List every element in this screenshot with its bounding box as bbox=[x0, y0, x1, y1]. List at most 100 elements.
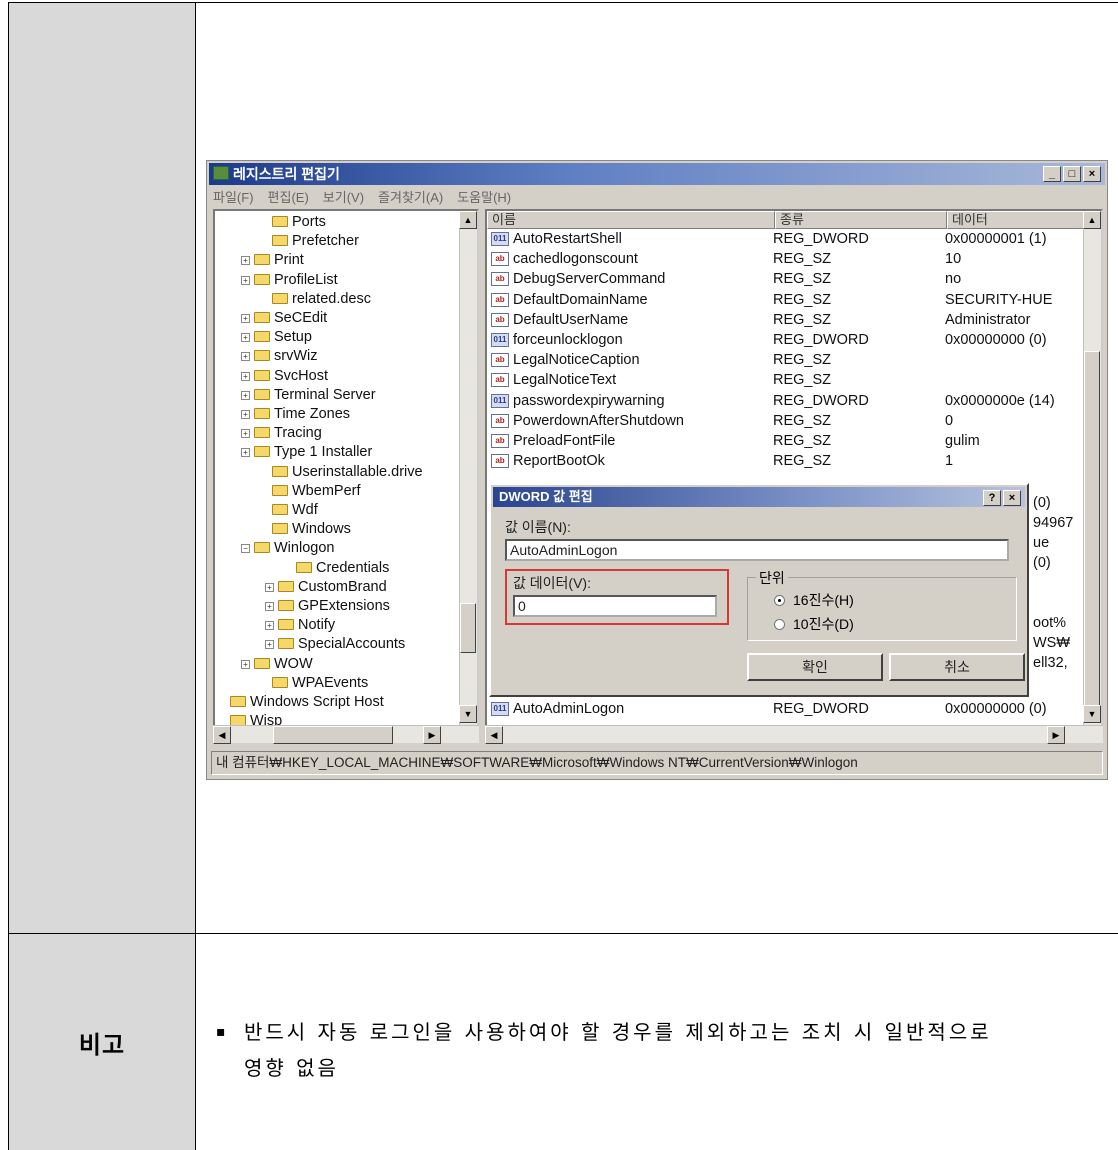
tree-vertical-scrollbar[interactable]: ▲ ▼ bbox=[459, 211, 477, 741]
tree-scroll-thumb[interactable] bbox=[460, 603, 476, 653]
scroll-right-icon[interactable]: ▶ bbox=[423, 726, 441, 744]
value-type: REG_SZ bbox=[773, 352, 832, 369]
tree-item[interactable]: + Setup bbox=[241, 328, 312, 347]
tree-item[interactable]: Credentials bbox=[283, 559, 389, 578]
maximize-button[interactable]: □ bbox=[1063, 166, 1081, 182]
tree-item[interactable]: + Type 1 Installer bbox=[241, 443, 372, 462]
tree-item[interactable]: + WOW bbox=[241, 655, 313, 674]
expand-toggle-icon[interactable]: + bbox=[241, 429, 250, 439]
scroll-up-icon[interactable]: ▲ bbox=[459, 211, 477, 229]
value-name-field: AutoAdminLogon bbox=[505, 539, 1009, 561]
expand-toggle-icon[interactable]: + bbox=[265, 621, 274, 631]
tree-item[interactable]: Ports bbox=[259, 213, 326, 232]
ok-button[interactable]: 확인 bbox=[747, 653, 883, 681]
column-header-type[interactable]: 종류 bbox=[775, 211, 947, 229]
tree-item[interactable]: + srvWiz bbox=[241, 347, 318, 366]
expand-toggle-icon[interactable]: + bbox=[241, 256, 250, 266]
minimize-button[interactable]: _ bbox=[1043, 166, 1061, 182]
value-row[interactable]: ab PreloadFontFile REG_SZ gulim bbox=[489, 431, 1095, 451]
expand-toggle-icon[interactable]: + bbox=[265, 640, 274, 650]
value-row[interactable]: ab LegalNoticeCaption REG_SZ bbox=[489, 350, 1095, 370]
radio-unselected-icon[interactable] bbox=[774, 619, 785, 630]
list-scroll-up-icon[interactable]: ▲ bbox=[1083, 211, 1101, 229]
tree-item[interactable]: + Notify bbox=[265, 616, 335, 635]
tree-item[interactable]: + Time Zones bbox=[241, 405, 350, 424]
menu-file[interactable]: 파일(F) bbox=[213, 187, 254, 207]
expand-toggle-icon[interactable]: + bbox=[241, 371, 250, 381]
tree-item[interactable]: + Print bbox=[241, 251, 304, 270]
expand-toggle-icon[interactable]: + bbox=[241, 352, 250, 362]
value-row[interactable]: 011 passwordexpirywarning REG_DWORD 0x00000… bbox=[489, 391, 1095, 411]
expand-toggle-icon[interactable]: + bbox=[265, 602, 274, 611]
tree-item[interactable]: − Winlogon bbox=[241, 539, 334, 558]
tree-item[interactable]: + ProfileList bbox=[241, 271, 338, 290]
expand-toggle-icon[interactable]: + bbox=[241, 410, 250, 419]
tree-horizontal-scrollbar[interactable]: ◀ ▶ bbox=[213, 725, 479, 744]
tree-hscroll-thumb[interactable] bbox=[273, 726, 393, 744]
tree-item-label: WbemPerf bbox=[292, 482, 361, 499]
tree-item[interactable]: Wdf bbox=[259, 501, 318, 520]
expand-toggle-icon[interactable]: + bbox=[241, 314, 250, 323]
expand-toggle-icon[interactable]: + bbox=[241, 448, 250, 458]
dialog-close-button[interactable]: × bbox=[1003, 490, 1021, 506]
scroll-down-icon[interactable]: ▼ bbox=[459, 705, 477, 723]
registry-editor-titlebar[interactable]: 레지스트리 편집기 _ □ × bbox=[209, 163, 1105, 185]
menu-view[interactable]: 보기(V) bbox=[323, 187, 364, 207]
expand-toggle-icon[interactable]: − bbox=[241, 544, 250, 554]
value-row[interactable]: ab DefaultUserName REG_SZ Administrator bbox=[489, 310, 1095, 330]
scroll-left-icon[interactable]: ◀ bbox=[213, 726, 231, 744]
column-header-name[interactable]: 이름 bbox=[487, 211, 775, 229]
list-header: 이름 종류 데이터 bbox=[487, 211, 1087, 229]
tree-item[interactable]: Userinstallable.drive bbox=[259, 463, 423, 482]
cancel-button[interactable]: 취소 bbox=[889, 653, 1025, 681]
tree-item[interactable]: + SpecialAccounts bbox=[265, 635, 405, 654]
value-row[interactable]: ab ReportBootOk REG_SZ 1 bbox=[489, 451, 1095, 471]
expand-toggle-icon[interactable]: + bbox=[265, 582, 274, 592]
value-type: REG_DWORD bbox=[773, 701, 869, 717]
tree-item[interactable]: Windows Script Host bbox=[217, 693, 384, 712]
menu-help[interactable]: 도움말(H) bbox=[457, 187, 511, 207]
value-row[interactable]: ab DebugServerCommand REG_SZ no bbox=[489, 269, 1095, 289]
tree-item[interactable]: WPAEvents bbox=[259, 674, 368, 693]
tree-item[interactable]: + Terminal Server bbox=[241, 386, 376, 405]
value-row[interactable]: 011 forceunlocklogon REG_DWORD 0x00000000 (… bbox=[489, 330, 1095, 350]
value-row[interactable]: 011 AutoRestartShell REG_DWORD 0x00000001 (… bbox=[489, 229, 1095, 249]
expand-toggle-icon[interactable]: + bbox=[241, 275, 250, 285]
value-row[interactable]: 011 AutoAdminLogon REG_DWORD 0x00000000 (0) bbox=[489, 699, 1095, 719]
tree-item[interactable]: WbemPerf bbox=[259, 482, 361, 501]
tree-item[interactable]: + Tracing bbox=[241, 424, 322, 443]
remark-note: ▪ 반드시 자동 로그인을 사용하여야 할 경우를 제외하고는 조치 시 일반적… bbox=[216, 1014, 1106, 1086]
tree-item[interactable]: + CustomBrand bbox=[265, 578, 387, 597]
list-scroll-left-icon[interactable]: ◀ bbox=[485, 726, 503, 744]
value-row[interactable]: ab DefaultDomainName REG_SZ SECURITY-HUE bbox=[489, 290, 1095, 310]
expand-toggle-icon[interactable]: + bbox=[241, 333, 250, 343]
menu-edit[interactable]: 편집(E) bbox=[268, 187, 309, 207]
expand-toggle-icon[interactable]: + bbox=[241, 390, 250, 400]
list-scroll-right-icon[interactable]: ▶ bbox=[1047, 726, 1065, 744]
help-button[interactable]: ? bbox=[983, 490, 1001, 506]
dec-radio[interactable]: 10진수(D) bbox=[774, 614, 854, 634]
tree-item[interactable]: Prefetcher bbox=[259, 232, 359, 251]
value-row[interactable]: ab LegalNoticeText REG_SZ bbox=[489, 370, 1095, 390]
value-name-cell: ab LegalNoticeText bbox=[489, 370, 773, 390]
tree-item[interactable]: + SeCEdit bbox=[241, 309, 327, 328]
hex-radio[interactable]: 16진수(H) bbox=[774, 590, 854, 610]
expand-toggle-icon[interactable]: + bbox=[241, 659, 250, 669]
dialog-titlebar[interactable]: DWORD 값 편집 ? × bbox=[493, 487, 1025, 507]
menu-favorites[interactable]: 즐겨찾기(A) bbox=[378, 187, 443, 207]
value-row[interactable]: ab PowerdownAfterShutdown REG_SZ 0 bbox=[489, 411, 1095, 431]
value-data-input[interactable]: 0 bbox=[513, 595, 717, 617]
folder-icon bbox=[296, 561, 312, 573]
tree-item[interactable]: + SvcHost bbox=[241, 367, 328, 386]
tree-item[interactable]: Windows bbox=[259, 520, 351, 539]
list-horizontal-scrollbar[interactable]: ◀ ▶ bbox=[485, 725, 1103, 744]
close-button[interactable]: × bbox=[1083, 166, 1101, 182]
value-row[interactable]: ab cachedlogonscount REG_SZ 10 bbox=[489, 249, 1095, 269]
tree-item-label: SeCEdit bbox=[274, 310, 328, 326]
registry-app-icon bbox=[213, 166, 229, 180]
radio-selected-icon[interactable] bbox=[774, 595, 785, 606]
tree-item[interactable]: related.desc bbox=[259, 290, 371, 309]
column-header-data[interactable]: 데이터 bbox=[947, 211, 1087, 229]
value-data-fragment: (0) bbox=[1033, 555, 1051, 571]
tree-item[interactable]: + GPExtensions bbox=[265, 597, 390, 616]
